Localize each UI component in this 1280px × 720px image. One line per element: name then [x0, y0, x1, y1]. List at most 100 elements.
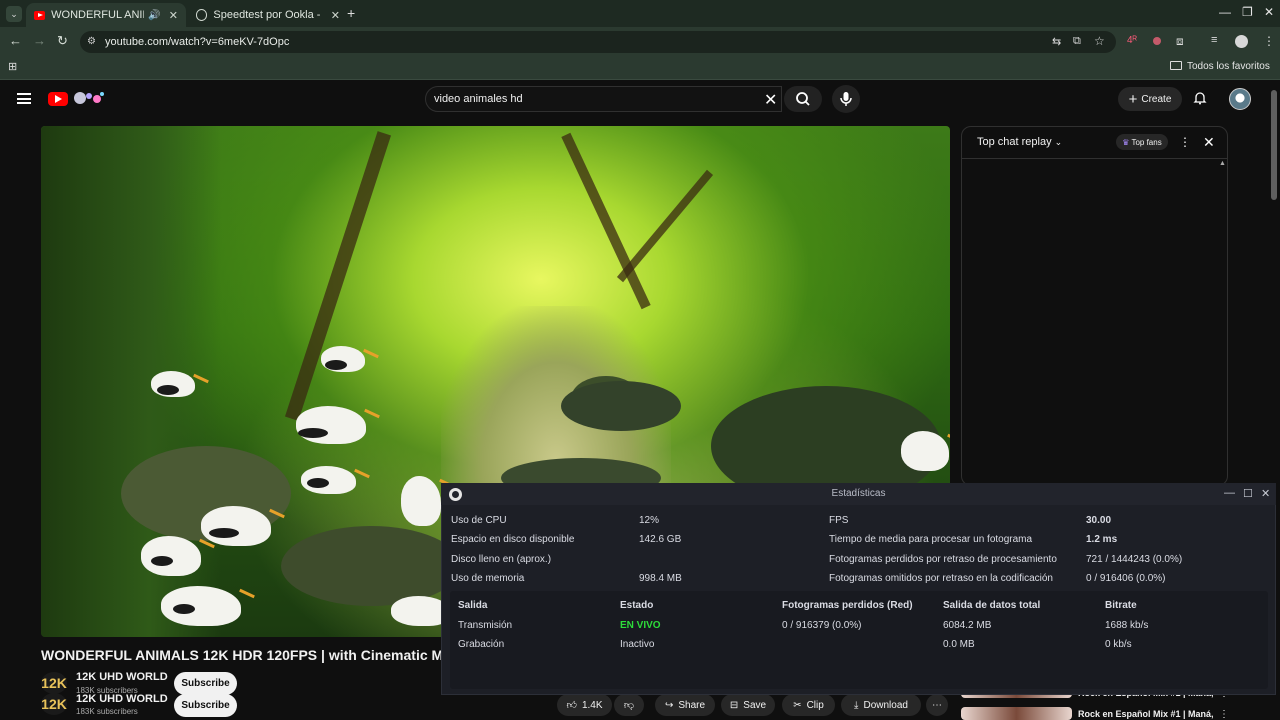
speaker-icon[interactable]: 🔊: [148, 10, 160, 21]
folder-icon: [1170, 61, 1182, 70]
page-scrollbar[interactable]: [1271, 90, 1277, 200]
record-extension-icon[interactable]: [1153, 37, 1161, 45]
more-horizontal-icon: ⋯: [932, 699, 942, 711]
stats-maximize-icon[interactable]: ☐: [1243, 487, 1253, 500]
table-header: Bitrate: [1105, 600, 1137, 611]
all-bookmarks-link[interactable]: Todos los favoritos: [1187, 61, 1270, 72]
stat-value: 721 / 1444243 (0.0%): [1086, 554, 1183, 565]
search-icon: [796, 92, 810, 106]
extension-badge-icon[interactable]: 4ᴿ: [1127, 35, 1137, 46]
stat-value: 998.4 MB: [639, 573, 682, 584]
mic-icon: [840, 92, 852, 106]
subscribe-button[interactable]: Subscribe: [174, 672, 237, 695]
translate-icon[interactable]: ⇆: [1052, 35, 1061, 48]
live-chat-panel: [961, 126, 1228, 486]
chevron-down-icon: ⌄: [1054, 137, 1063, 147]
like-count: 1.4K: [581, 699, 603, 711]
url-text: youtube.com/watch?v=6meKV-7dOpc: [105, 36, 290, 48]
clear-search-icon[interactable]: ✕: [764, 90, 777, 110]
close-tab-icon[interactable]: ✕: [331, 9, 340, 22]
profile-icon[interactable]: [1235, 35, 1248, 48]
stat-value: 30.00: [1086, 515, 1112, 526]
clip-button[interactable]: ✂ Clip: [782, 694, 835, 716]
apps-grid-icon[interactable]: ⊞: [8, 60, 17, 73]
close-window-icon[interactable]: ✕: [1264, 5, 1274, 19]
top-fans-button[interactable]: ♛ Top fans: [1116, 134, 1168, 150]
top-fans-label: Top fans: [1131, 137, 1162, 147]
search-button[interactable]: [784, 86, 822, 112]
like-button[interactable]: 👍︎ 1.4K: [557, 694, 612, 716]
tab-speedtest[interactable]: Speedtest por Ookla - La ✕: [188, 3, 348, 27]
stat-label: Uso de memoria: [451, 573, 525, 584]
share-button[interactable]: ↪ Share: [655, 694, 715, 716]
stat-label: Uso de CPU: [451, 515, 507, 526]
stat-label: FPS: [829, 515, 849, 526]
stats-close-icon[interactable]: ✕: [1261, 487, 1270, 500]
stat-label: Fotogramas omitidos por retraso en la co…: [829, 573, 1053, 584]
save-button[interactable]: ⊟ Save: [721, 694, 775, 716]
search-input[interactable]: video animales hd: [434, 93, 523, 105]
media-control-icon[interactable]: ≡: [1211, 34, 1217, 46]
tab-youtube[interactable]: WONDERFUL ANIMA 🔊 ✕: [26, 3, 186, 27]
reload-icon[interactable]: ↻: [57, 33, 68, 49]
youtube-logo-icon[interactable]: [48, 92, 68, 106]
stat-value: 142.6 GB: [639, 534, 682, 545]
tab-title: Speedtest por Ookla - La: [213, 9, 322, 21]
table-cell: 0.0 MB: [943, 639, 975, 650]
recommendation-thumbnail[interactable]: [961, 707, 1072, 720]
plus-icon: +: [1128, 90, 1138, 108]
stat-value: 0 / 916406 (0.0%): [1086, 573, 1166, 584]
table-cell: Inactivo: [620, 639, 655, 650]
stat-label: Fotogramas perdidos por retraso de proce…: [829, 554, 1057, 565]
chat-close-icon[interactable]: ✕: [1203, 134, 1215, 151]
recommendation-title[interactable]: Rock en Español Mix #1 | Maná,: [1078, 709, 1214, 719]
create-label: Create: [1141, 93, 1172, 105]
channel-name[interactable]: 12K UHD WORLD: [76, 671, 168, 683]
table-cell: 0 kb/s: [1105, 639, 1132, 650]
bookmarks-bar: [0, 56, 1280, 80]
dislike-button[interactable]: 👎︎: [614, 694, 644, 716]
table-cell: Transmisión: [458, 620, 513, 631]
chat-mode-dropdown[interactable]: Top chat replay ⌄: [977, 136, 1062, 148]
share-icon: ↪: [664, 699, 674, 711]
status-live: EN VIVO: [620, 620, 661, 631]
extensions-puzzle-icon[interactable]: ⧈: [1176, 34, 1184, 49]
channel-name[interactable]: 12K UHD WORLD: [76, 693, 168, 705]
account-avatar[interactable]: [1229, 88, 1251, 110]
recommendation-more-icon[interactable]: ⋮: [1219, 709, 1229, 720]
more-actions-button[interactable]: ⋯: [926, 694, 948, 716]
table-header: Estado: [620, 600, 654, 611]
restore-icon[interactable]: ❐: [1242, 5, 1253, 19]
site-info-icon[interactable]: ⚙: [87, 36, 96, 47]
stat-label: Espacio en disco disponible: [451, 534, 575, 545]
channel-avatar[interactable]: 12K: [41, 693, 67, 715]
stat-label: Disco lleno en (aprox.): [451, 554, 552, 565]
download-icon: ⤓: [854, 699, 859, 711]
channel-avatar[interactable]: 12K: [41, 672, 67, 694]
hamburger-menu-icon[interactable]: [17, 93, 31, 104]
crown-icon: ♛: [1122, 137, 1130, 147]
table-cell: 1688 kb/s: [1105, 620, 1149, 631]
chat-more-icon[interactable]: ⋮: [1179, 135, 1191, 149]
back-icon[interactable]: ←: [9, 33, 22, 48]
share-label: Share: [678, 699, 706, 711]
forward-icon[interactable]: →: [33, 33, 46, 48]
download-button[interactable]: ⤓ Download: [841, 694, 921, 716]
create-button[interactable]: + Create: [1118, 87, 1182, 111]
voice-search-button[interactable]: [832, 85, 860, 113]
chat-scroll-up-icon[interactable]: ▲: [1219, 160, 1226, 167]
tab-search-button[interactable]: ⌄: [6, 6, 22, 22]
bookmark-star-icon[interactable]: ☆: [1094, 34, 1105, 48]
minimize-icon[interactable]: —: [1219, 5, 1231, 19]
scissors-icon: ✂: [793, 699, 802, 711]
notifications-bell-icon[interactable]: [1193, 91, 1207, 105]
new-tab-button[interactable]: +: [347, 5, 355, 21]
close-tab-icon[interactable]: ✕: [169, 9, 178, 22]
stats-window-title: Estadísticas: [441, 483, 1276, 505]
stats-minimize-icon[interactable]: —: [1224, 487, 1235, 499]
subscribe-button[interactable]: Subscribe: [174, 694, 237, 717]
menu-kebab-icon[interactable]: ⋮: [1263, 34, 1275, 48]
doodle-sparkle-icon[interactable]: [72, 88, 106, 108]
install-icon[interactable]: ⧉: [1073, 35, 1081, 48]
table-header: Salida de datos total: [943, 600, 1041, 611]
